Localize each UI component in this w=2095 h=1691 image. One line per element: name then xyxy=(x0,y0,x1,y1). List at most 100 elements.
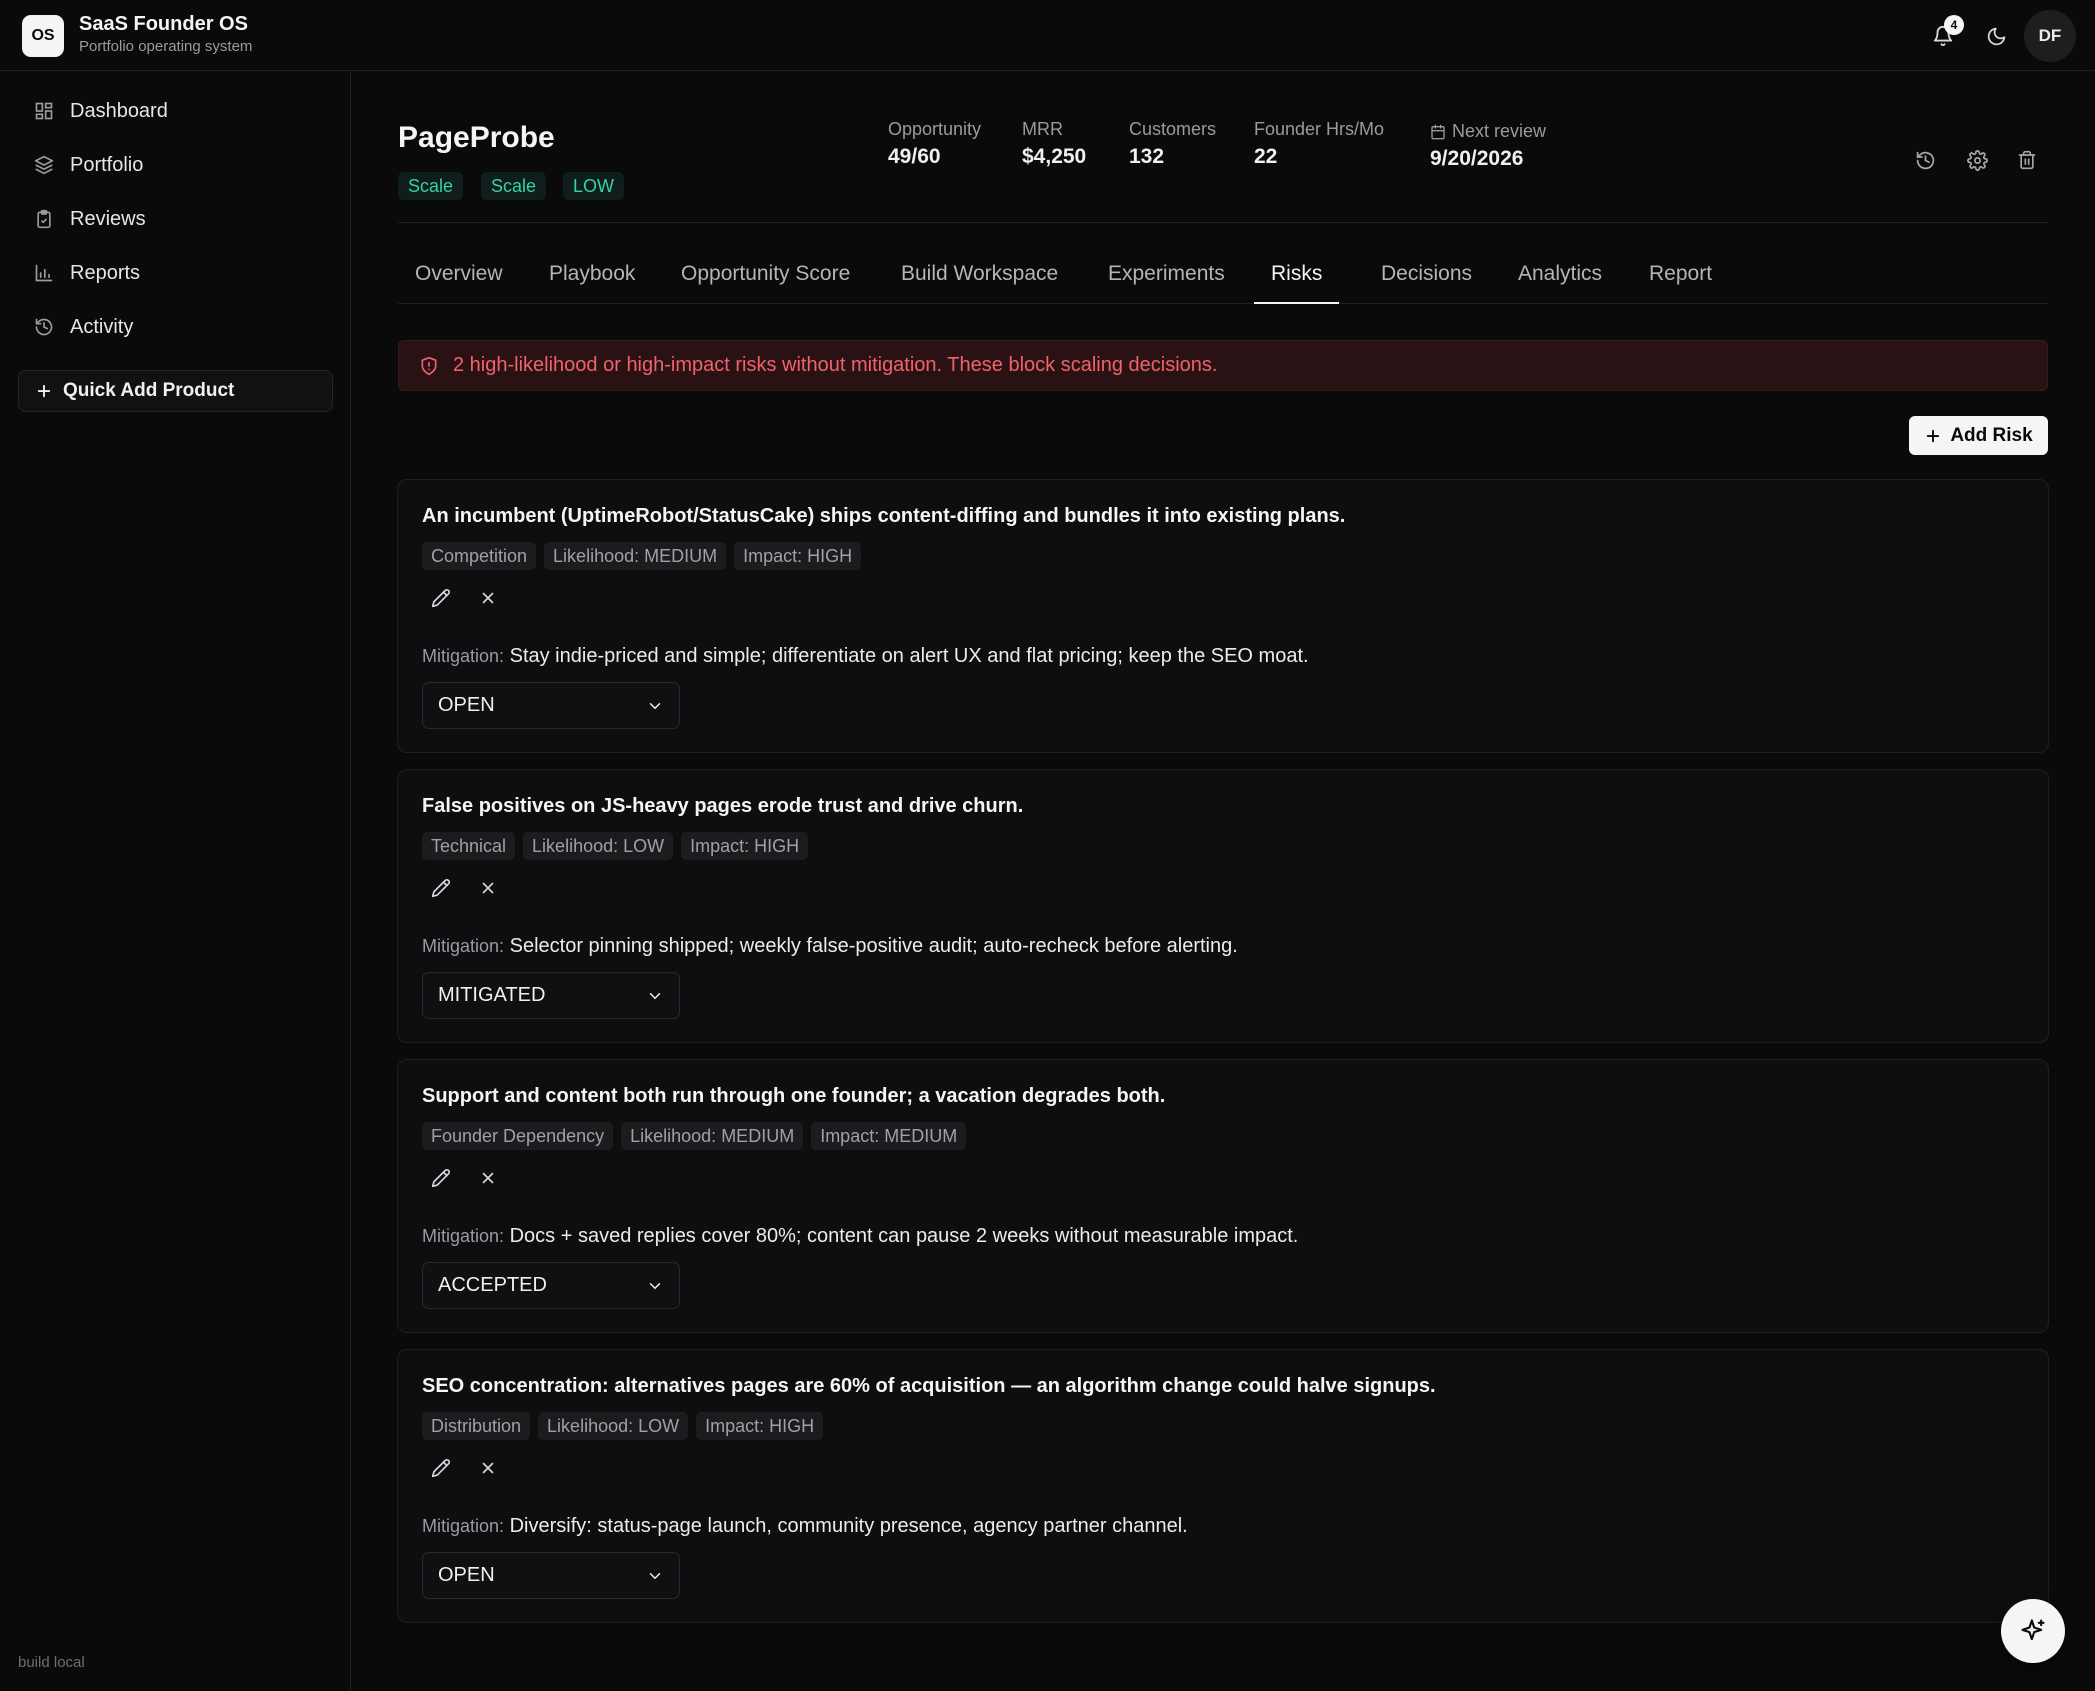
sidebar-item-reports[interactable]: Reports xyxy=(18,251,333,295)
risk-chips: Technical Likelihood: LOW Impact: HIGH xyxy=(422,832,809,860)
risk-impact-chip: Impact: HIGH xyxy=(681,832,809,860)
edit-risk-button[interactable] xyxy=(422,1449,460,1487)
quick-add-label: Quick Add Product xyxy=(63,380,235,401)
delete-risk-button[interactable] xyxy=(469,579,507,617)
sidebar-item-dashboard[interactable]: Dashboard xyxy=(18,89,333,133)
risk-status-select[interactable]: ACCEPTED xyxy=(422,1262,680,1309)
sidebar-item-label: Activity xyxy=(70,315,134,338)
next-review-date: 9/20/2026 xyxy=(1430,147,1524,170)
sidebar-item-label: Dashboard xyxy=(70,99,168,122)
tab-build-workspace[interactable]: Build Workspace xyxy=(884,256,1075,304)
risk-status-select[interactable]: OPEN xyxy=(422,1552,680,1599)
edit-risk-button[interactable] xyxy=(422,869,460,907)
tab-decisions[interactable]: Decisions xyxy=(1364,256,1489,304)
metric-label: Customers xyxy=(1129,119,1217,139)
metric-label: MRR xyxy=(1022,119,1063,139)
tab-bar: Overview Playbook Opportunity Score Buil… xyxy=(398,256,2048,304)
sidebar-item-label: Portfolio xyxy=(70,153,144,176)
sidebar-item-portfolio[interactable]: Portfolio xyxy=(18,143,333,187)
mitigation-text: Docs + saved replies cover 80%; content … xyxy=(509,1225,1299,1247)
risk-chips: Distribution Likelihood: LOW Impact: HIG… xyxy=(422,1412,824,1440)
quick-add-product-button[interactable]: Quick Add Product xyxy=(18,370,333,412)
risk-mitigation: Mitigation: Selector pinning shipped; we… xyxy=(422,935,1238,958)
metric-value: 132 xyxy=(1129,145,1165,168)
metric-label: Founder Hrs/Mo xyxy=(1254,119,1385,139)
trash-icon xyxy=(2018,150,2036,170)
risk-likelihood-chip: Likelihood: LOW xyxy=(523,832,674,860)
ai-assistant-button[interactable] xyxy=(2001,1599,2065,1663)
close-icon xyxy=(482,1172,494,1184)
moon-icon xyxy=(1987,27,2005,45)
plus-icon xyxy=(1927,429,1940,442)
plus-icon xyxy=(37,384,51,398)
risk-likelihood-chip: Likelihood: LOW xyxy=(538,1412,689,1440)
clipboard-icon xyxy=(37,209,51,229)
close-icon xyxy=(482,882,494,894)
sidebar-item-label: Reviews xyxy=(70,207,146,230)
risk-chips: Competition Likelihood: MEDIUM Impact: H… xyxy=(422,542,862,570)
risk-status-value: OPEN xyxy=(438,1564,495,1586)
notifications-button[interactable]: 4 xyxy=(1924,15,1964,55)
chevron-down-icon xyxy=(649,1282,661,1289)
shield-alert-icon xyxy=(421,356,437,375)
risk-status-value: ACCEPTED xyxy=(438,1274,547,1296)
next-review-label-group: Next review xyxy=(1430,121,1546,142)
risk-category-chip: Competition xyxy=(422,542,537,570)
build-label: build local xyxy=(18,1654,85,1671)
history-icon xyxy=(35,318,53,336)
tab-analytics[interactable]: Analytics xyxy=(1501,256,1619,304)
risk-level-tag: LOW xyxy=(563,172,625,200)
pencil-icon xyxy=(431,1169,450,1188)
tab-report[interactable]: Report xyxy=(1632,256,1729,304)
risk-likelihood-chip: Likelihood: MEDIUM xyxy=(544,542,727,570)
edit-risk-button[interactable] xyxy=(422,579,460,617)
chevron-down-icon xyxy=(649,1572,661,1579)
tab-playbook[interactable]: Playbook xyxy=(532,256,652,304)
risk-title: An incumbent (UptimeRobot/StatusCake) sh… xyxy=(422,505,1346,527)
sidebar: Dashboard Portfolio Reviews Reports Acti… xyxy=(0,71,351,1691)
tab-risks[interactable]: Risks xyxy=(1254,256,1340,304)
mitigation-text: Stay indie-priced and simple; differenti… xyxy=(509,645,1309,667)
add-risk-button[interactable]: Add Risk xyxy=(1909,416,2048,455)
edit-risk-button[interactable] xyxy=(422,1159,460,1197)
header-divider xyxy=(398,222,2048,223)
tab-opportunity-score[interactable]: Opportunity Score xyxy=(664,256,867,304)
metric-label: Opportunity xyxy=(888,119,982,139)
theme-toggle-button[interactable] xyxy=(1977,17,2015,55)
delete-risk-button[interactable] xyxy=(469,1449,507,1487)
gear-icon xyxy=(1966,149,1988,171)
sidebar-item-activity[interactable]: Activity xyxy=(18,305,333,349)
risk-title: SEO concentration: alternatives pages ar… xyxy=(422,1375,1436,1397)
risk-status-value: OPEN xyxy=(438,694,495,716)
risk-impact-chip: Impact: HIGH xyxy=(734,542,862,570)
risk-mitigation: Mitigation: Docs + saved replies cover 8… xyxy=(422,1225,1298,1248)
risk-status-select[interactable]: MITIGATED xyxy=(422,972,680,1019)
risk-status-select[interactable]: OPEN xyxy=(422,682,680,729)
delete-risk-button[interactable] xyxy=(469,1159,507,1197)
app-logo[interactable]: OS xyxy=(22,15,64,57)
pencil-icon xyxy=(431,1459,450,1478)
risk-mitigation: Mitigation: Diversify: status-page launc… xyxy=(422,1515,1188,1538)
delete-risk-button[interactable] xyxy=(469,869,507,907)
tab-experiments[interactable]: Experiments xyxy=(1091,256,1242,304)
metric-value: $4,250 xyxy=(1022,145,1087,168)
history-button[interactable] xyxy=(1908,143,1942,177)
delete-product-button[interactable] xyxy=(2010,143,2044,177)
top-bar: OS SaaS Founder OS Portfolio operating s… xyxy=(0,0,2095,71)
settings-button[interactable] xyxy=(1960,143,1994,177)
layers-icon xyxy=(34,155,54,175)
add-risk-label: Add Risk xyxy=(1950,424,2033,446)
close-icon xyxy=(482,1462,494,1474)
chevron-down-icon xyxy=(649,992,661,999)
pencil-icon xyxy=(431,879,450,898)
dashboard-icon xyxy=(35,102,53,120)
avatar[interactable]: DF xyxy=(2024,10,2076,62)
sidebar-item-reviews[interactable]: Reviews xyxy=(18,197,333,241)
risk-card: An incumbent (UptimeRobot/StatusCake) sh… xyxy=(397,479,2049,753)
tab-overview[interactable]: Overview xyxy=(398,256,520,304)
risk-chips: Founder Dependency Likelihood: MEDIUM Im… xyxy=(422,1122,967,1150)
risk-category-chip: Distribution xyxy=(422,1412,531,1440)
mitigation-text: Selector pinning shipped; weekly false-p… xyxy=(509,935,1238,957)
calendar-icon xyxy=(1431,124,1445,139)
risk-card: SEO concentration: alternatives pages ar… xyxy=(397,1349,2049,1623)
